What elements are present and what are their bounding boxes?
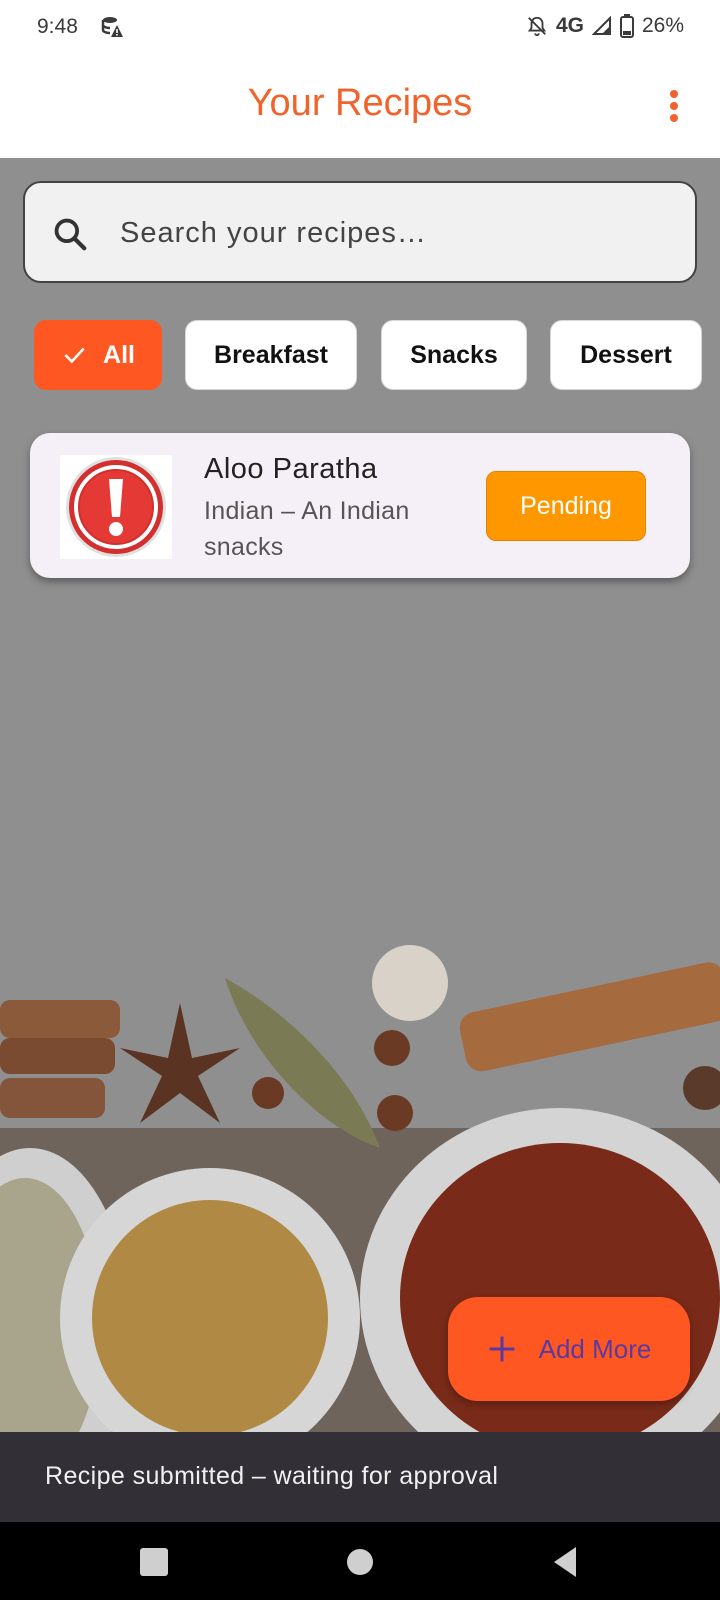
- app-bar: Your Recipes: [0, 54, 720, 158]
- chip-dessert[interactable]: Dessert: [550, 320, 702, 390]
- add-more-label: Add More: [538, 1333, 652, 1364]
- snackbar-message: Recipe submitted – waiting for approval: [45, 1462, 499, 1490]
- recipe-card[interactable]: Aloo Paratha Indian – An Indian snacks P…: [30, 433, 690, 578]
- recents-square-icon[interactable]: [134, 1542, 174, 1582]
- signal-icon: [591, 16, 611, 35]
- recipe-thumbnail: [60, 455, 172, 559]
- more-vert-icon[interactable]: [656, 84, 692, 128]
- chip-label: Breakfast: [214, 340, 328, 369]
- status-time: 9:48: [37, 15, 78, 38]
- chip-label: All: [103, 340, 135, 369]
- plus-icon: [489, 1336, 515, 1362]
- filter-chips: All Breakfast Snacks Dessert: [34, 320, 720, 390]
- chip-breakfast[interactable]: Breakfast: [185, 320, 357, 390]
- back-triangle-icon[interactable]: [546, 1542, 586, 1582]
- battery-icon: [619, 14, 634, 38]
- check-icon: [64, 347, 85, 364]
- page-title: Your Recipes: [247, 82, 473, 124]
- add-more-button[interactable]: Add More: [448, 1297, 690, 1401]
- status-indicators: 4G 26%: [526, 14, 684, 38]
- bell-off-icon: [527, 16, 546, 37]
- snackbar: Recipe submitted – waiting for approval: [0, 1432, 720, 1522]
- battery-percent: 26%: [641, 14, 684, 37]
- network-type: 4G: [555, 14, 584, 37]
- system-nav-bar: [0, 1522, 720, 1600]
- search-bar[interactable]: [23, 181, 697, 283]
- database-warning-icon: [101, 17, 123, 37]
- status-bar: 9:48 4G 26%: [0, 0, 720, 54]
- search-input[interactable]: [120, 211, 660, 255]
- error-exclamation-icon: [66, 457, 166, 557]
- main-content: All Breakfast Snacks Dessert Aloo Parath…: [0, 158, 720, 1432]
- chip-snacks[interactable]: Snacks: [381, 320, 527, 390]
- chip-label: Dessert: [580, 340, 672, 369]
- chip-all[interactable]: All: [34, 320, 162, 390]
- recipe-description: Indian – An Indian snacks: [204, 497, 410, 561]
- status-badge[interactable]: Pending: [486, 471, 646, 541]
- search-icon: [54, 218, 87, 251]
- recipe-name: Aloo Paratha: [204, 453, 378, 485]
- chip-label: Snacks: [410, 340, 498, 369]
- home-circle-icon[interactable]: [340, 1542, 380, 1582]
